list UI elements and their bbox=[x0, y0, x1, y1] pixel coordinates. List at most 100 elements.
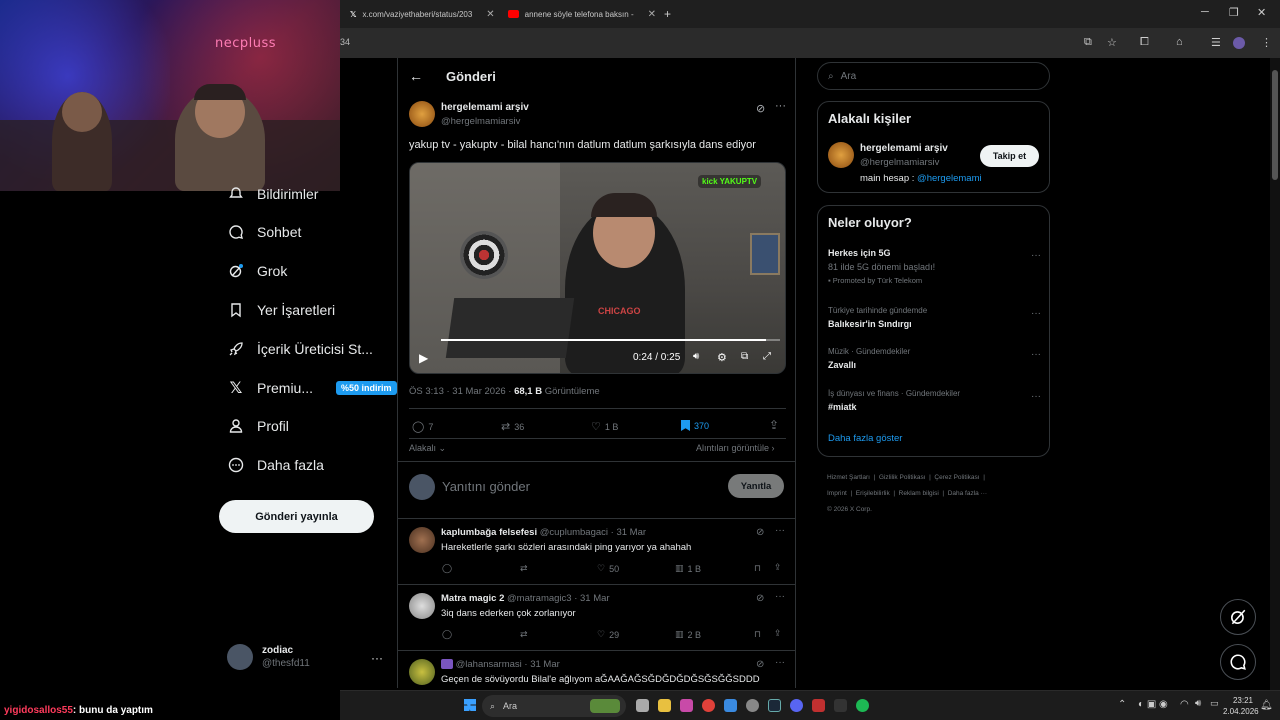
play-icon[interactable]: ▶ bbox=[419, 351, 428, 365]
app-icon[interactable] bbox=[834, 699, 847, 712]
bookmark-icon[interactable]: ⊓ bbox=[754, 629, 761, 640]
bookmark-icon[interactable]: ⊓ bbox=[754, 563, 761, 574]
app-icon[interactable] bbox=[680, 699, 693, 712]
settings-gear-icon[interactable]: ⚙ bbox=[717, 351, 727, 364]
footer-link[interactable]: Çerez Politikası bbox=[934, 474, 979, 481]
trend-item[interactable]: Herkes için 5G 81 ilde 5G dönemi başladı… bbox=[828, 248, 1041, 285]
close-tab-icon[interactable]: ✕ bbox=[486, 9, 494, 20]
bookmark-stat[interactable]: 370 bbox=[681, 420, 709, 431]
steam-icon[interactable] bbox=[768, 699, 781, 712]
retweet-icon[interactable]: ⇄ bbox=[520, 629, 528, 640]
battery-icon[interactable]: ▭ bbox=[1210, 698, 1219, 709]
like-stat[interactable]: ♡ 29 bbox=[597, 629, 619, 640]
maximize-icon[interactable]: ❐ bbox=[1229, 6, 1239, 19]
tray-icons[interactable]: ◐ ▣ ◉ bbox=[1138, 699, 1168, 710]
windows-start-icon[interactable] bbox=[464, 699, 476, 711]
bio-mention-link[interactable]: @hergelemami bbox=[917, 173, 982, 184]
related-name[interactable]: hergelemami arşiv bbox=[860, 143, 948, 154]
file-explorer-icon[interactable] bbox=[658, 699, 671, 712]
browser-tab[interactable]: annene söyle telefona baksın - ✕ bbox=[508, 4, 656, 24]
avatar[interactable] bbox=[409, 527, 435, 553]
nav-notifications[interactable]: Bildirimler bbox=[228, 182, 318, 206]
chrome-icon[interactable] bbox=[702, 699, 715, 712]
footer-link[interactable]: Reklam bilgisi bbox=[899, 490, 939, 497]
tweet-author-name[interactable]: hergelemami arşiv bbox=[441, 102, 529, 113]
browser-tab[interactable]: 𝕏 x.com/vaziyethaberi/status/203 ✕ bbox=[350, 4, 500, 24]
reply-icon[interactable]: ◯ bbox=[442, 629, 452, 640]
task-view-icon[interactable] bbox=[636, 699, 649, 712]
fullscreen-icon[interactable]: ⤢ bbox=[763, 351, 771, 362]
profile-avatar-icon[interactable] bbox=[1233, 37, 1245, 49]
messages-float-button[interactable] bbox=[1220, 644, 1256, 680]
reply-input[interactable]: Yanıtını gönder bbox=[442, 479, 530, 494]
grok-icon[interactable]: ⊘ bbox=[756, 593, 764, 604]
views-stat[interactable]: ▥ 2 B bbox=[675, 629, 701, 640]
nav-creator-studio[interactable]: İçerik Üreticisi St... bbox=[228, 337, 373, 361]
grok-icon[interactable]: ⊘ bbox=[756, 527, 764, 538]
footer-link[interactable]: Hizmet Şartları bbox=[827, 474, 870, 481]
more-options-icon[interactable]: ··· bbox=[775, 657, 785, 668]
more-options-icon[interactable]: ··· bbox=[1031, 250, 1041, 261]
sort-dropdown[interactable]: Alakalı ⌄ bbox=[409, 443, 446, 454]
notifications-icon[interactable]: 🔔︎ bbox=[1260, 700, 1273, 711]
tweet-author-handle[interactable]: @hergelmamiarsiv bbox=[441, 116, 520, 127]
avatar[interactable] bbox=[409, 593, 435, 619]
nav-bookmarks[interactable]: Yer İşaretleri bbox=[228, 298, 335, 322]
retweet-stat[interactable]: ⇄ 36 bbox=[501, 420, 524, 433]
minimize-icon[interactable]: ─ bbox=[1201, 6, 1209, 18]
grok-float-button[interactable] bbox=[1220, 599, 1256, 635]
close-window-icon[interactable]: ✕ bbox=[1257, 6, 1266, 19]
install-icon[interactable]: ⧉ bbox=[1084, 36, 1092, 49]
more-options-icon[interactable]: ··· bbox=[1031, 349, 1041, 360]
nav-grok[interactable]: Grok bbox=[228, 259, 287, 283]
network-icon[interactable]: ◠ bbox=[1180, 699, 1189, 710]
tray-chevron-icon[interactable]: ⌃ bbox=[1118, 699, 1126, 710]
avatar[interactable] bbox=[409, 101, 435, 127]
more-options-icon[interactable]: ··· bbox=[775, 525, 785, 536]
avatar[interactable] bbox=[409, 659, 435, 685]
account-more-icon[interactable]: ··· bbox=[371, 651, 383, 665]
views-stat[interactable]: ▥ 1 B bbox=[675, 563, 701, 574]
taskbar-search[interactable]: ⌕ Ara bbox=[482, 695, 626, 717]
reading-list-icon[interactable]: ☰ bbox=[1211, 36, 1221, 49]
footer-link[interactable]: Gizlilik Politikası bbox=[879, 474, 926, 481]
vpn-icon[interactable]: ⌂ bbox=[1176, 36, 1183, 48]
more-options-icon[interactable]: ··· bbox=[1031, 391, 1041, 402]
view-quotes-link[interactable]: Alıntıları görüntüle › bbox=[696, 443, 775, 453]
nav-chat[interactable]: Sohbet bbox=[228, 220, 301, 244]
close-tab-icon[interactable]: ✕ bbox=[648, 9, 656, 20]
scrollbar[interactable] bbox=[1270, 58, 1280, 690]
extensions-icon[interactable]: ⧠ bbox=[1140, 36, 1149, 49]
discord-icon[interactable] bbox=[790, 699, 803, 712]
search-input[interactable]: ⌕ Ara bbox=[817, 62, 1050, 90]
retweet-icon[interactable]: ⇄ bbox=[520, 563, 528, 574]
reply-stat[interactable]: ◯ 7 bbox=[412, 420, 433, 433]
footer-link[interactable]: Daha fazla ··· bbox=[948, 490, 987, 497]
trend-item[interactable]: Müzik · Gündemdekiler Zavallı ··· bbox=[828, 347, 1041, 370]
picture-in-picture-icon[interactable]: ⧉ bbox=[741, 351, 748, 362]
footer-link[interactable]: Imprint bbox=[827, 490, 847, 497]
volume-icon[interactable]: 🔊︎ bbox=[693, 351, 699, 362]
trend-item[interactable]: İş dünyası ve finans · Gündemdekiler #mi… bbox=[828, 389, 1041, 412]
video-progress-track[interactable] bbox=[441, 339, 780, 341]
account-switcher[interactable]: zodiac @thesfd11 bbox=[227, 644, 310, 670]
follow-button[interactable]: Takip et bbox=[980, 145, 1039, 167]
grok-icon[interactable]: ⊘ bbox=[756, 102, 765, 115]
post-button[interactable]: Gönderi yayınla bbox=[219, 500, 374, 533]
volume-icon[interactable]: 🔊︎ bbox=[1195, 698, 1201, 709]
new-tab-button[interactable]: + bbox=[664, 4, 671, 24]
nav-profile[interactable]: Profil bbox=[228, 414, 289, 438]
trend-item[interactable]: Türkiye tarihinde gündemde Balıkesir'in … bbox=[828, 306, 1041, 329]
reply-author-name[interactable]: kaplumbağa felsefesi bbox=[441, 527, 537, 538]
more-options-icon[interactable]: ··· bbox=[775, 100, 786, 112]
footer-link[interactable]: Erişilebilirlik bbox=[856, 490, 890, 497]
like-stat[interactable]: ♡ 1 B bbox=[591, 420, 618, 433]
like-stat[interactable]: ♡ 50 bbox=[597, 563, 619, 574]
reply-author-handle[interactable]: @lahansarmasi · 31 Mar bbox=[456, 659, 560, 670]
share-icon[interactable]: ⇪ bbox=[769, 418, 779, 432]
share-icon[interactable]: ⇪ bbox=[774, 628, 782, 639]
app-icon[interactable] bbox=[724, 699, 737, 712]
nav-premium[interactable]: 𝕏 Premiu... %50 indirim bbox=[228, 376, 397, 400]
bookmark-star-icon[interactable]: ☆ bbox=[1107, 36, 1117, 49]
reply-button[interactable]: Yanıtla bbox=[728, 474, 784, 498]
